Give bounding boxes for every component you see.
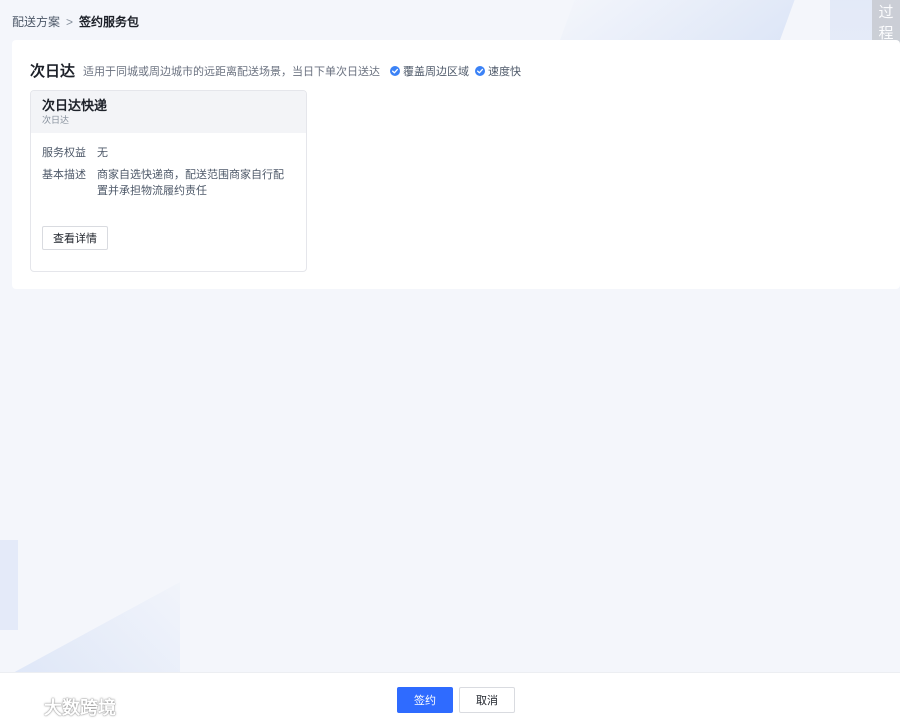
check-circle-icon xyxy=(390,65,401,76)
row-label: 基本描述 xyxy=(42,169,86,181)
brand-logo-icon xyxy=(9,699,41,715)
card-row-description: 基本描述 商家自选快递商，配送范围商家自行配置并承担物流履约责任 xyxy=(42,167,295,199)
watermark: 大数跨境 xyxy=(8,694,116,720)
card-subtitle: 次日达 xyxy=(42,115,70,125)
row-value: 商家自选快递商，配送范围商家自行配置并承担物流履约责任 xyxy=(97,169,284,197)
side-tab-char: 过 xyxy=(878,4,894,21)
service-header: 次日达 适用于同城或周边城市的远距离配送场景，当日下单次日送达 覆盖周边区域 速… xyxy=(30,60,527,81)
breadcrumb: 配送方案 > 签约服务包 xyxy=(12,13,139,30)
row-value: 无 xyxy=(97,147,108,159)
sign-button[interactable]: 签约 xyxy=(397,687,453,713)
view-details-button[interactable]: 查看详情 xyxy=(42,226,108,250)
breadcrumb-item-service-package: 签约服务包 xyxy=(79,15,140,29)
service-title: 次日达 xyxy=(30,63,76,80)
service-tag-label: 速度快 xyxy=(488,65,522,78)
action-footer: 签约 取消 xyxy=(0,672,900,722)
card-row-benefit: 服务权益 无 xyxy=(42,145,295,161)
breadcrumb-separator-icon: > xyxy=(66,14,74,29)
breadcrumb-item-delivery-plan[interactable]: 配送方案 xyxy=(12,13,60,30)
card-header: 次日达快递 次日达 xyxy=(31,91,306,133)
service-panel: 次日达 适用于同城或周边城市的远距离配送场景，当日下单次日送达 覆盖周边区域 速… xyxy=(12,40,900,289)
watermark-text: 大数跨境 xyxy=(44,698,116,718)
card-body: 服务权益 无 基本描述 商家自选快递商，配送范围商家自行配置并承担物流履约责任 xyxy=(31,133,306,199)
check-circle-icon xyxy=(475,65,486,76)
service-description: 适用于同城或周边城市的远距离配送场景，当日下单次日送达 xyxy=(83,65,381,78)
card-title: 次日达快递 xyxy=(42,98,108,113)
cancel-button[interactable]: 取消 xyxy=(459,687,515,713)
service-tag: 覆盖周边区域 xyxy=(390,63,469,79)
row-label: 服务权益 xyxy=(42,147,86,159)
service-tag-label: 覆盖周边区域 xyxy=(403,65,470,78)
service-tag: 速度快 xyxy=(475,63,521,79)
service-package-card: 次日达快递 次日达 服务权益 无 基本描述 商家自选快递商，配送范围商家自行配置… xyxy=(30,90,307,272)
